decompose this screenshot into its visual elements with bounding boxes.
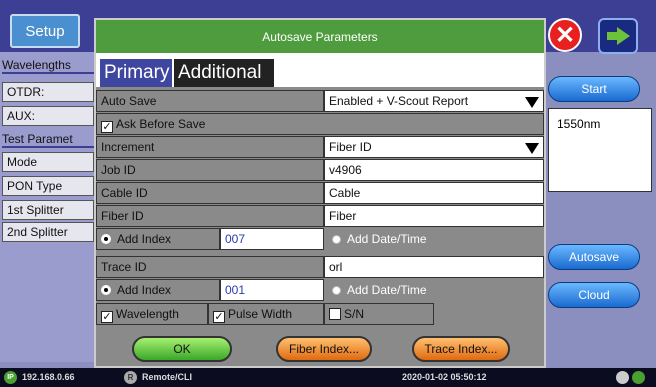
sn-option[interactable]: S/N — [324, 303, 434, 325]
auto-save-value: Enabled + V-Scout Report — [329, 94, 469, 108]
auto-save-row: Auto Save Enabled + V-Scout Report — [96, 90, 544, 112]
ask-before-save-label: Ask Before Save — [116, 117, 206, 131]
trace-index-field[interactable]: 001 — [220, 279, 324, 301]
fiber-add-date-option[interactable]: Add Date/Time — [328, 228, 544, 250]
autosave-button[interactable]: Autosave — [548, 244, 640, 270]
increment-value: Fiber ID — [329, 140, 372, 154]
aux-label[interactable]: AUX: — [2, 106, 94, 126]
fiber-index-field[interactable]: 007 — [220, 228, 324, 250]
remote-status: Remote/CLI — [142, 372, 193, 382]
left-panel: Wavelengths OTDR: AUX: Test Paramet Mode… — [0, 52, 96, 362]
cable-id-row: Cable ID Cable — [96, 182, 544, 204]
radio-unselected-icon — [332, 235, 341, 244]
wavelength-option[interactable]: ✓ Wavelength — [96, 303, 208, 325]
dialog-title: Autosave Parameters — [96, 20, 544, 53]
cable-id-label: Cable ID — [96, 182, 324, 204]
wavelength-checkbox[interactable]: ✓ — [101, 311, 113, 323]
pulse-width-label: Pulse Width — [228, 307, 293, 321]
radio-selected-icon — [101, 234, 111, 244]
ask-before-save-row[interactable]: ✓ Ask Before Save — [96, 113, 544, 135]
trace-id-label: Trace ID — [96, 256, 324, 278]
status-bar: IP 192.168.0.66 R Remote/CLI 2020-01-02 … — [0, 368, 656, 387]
increment-row: Increment Fiber ID — [96, 136, 544, 158]
mode-item[interactable]: Mode — [2, 152, 94, 172]
cable-id-field[interactable]: Cable — [324, 182, 544, 204]
trace-add-date-option[interactable]: Add Date/Time — [328, 279, 544, 301]
pon-type-item[interactable]: PON Type — [2, 176, 94, 196]
datetime: 2020-01-02 05:50:12 — [402, 372, 487, 382]
trace-preview: 1550nm — [548, 108, 652, 192]
ask-before-save-checkbox[interactable]: ✓ — [101, 121, 113, 133]
tab-additional[interactable]: Additional — [174, 59, 274, 87]
ok-button[interactable]: OK — [132, 336, 232, 362]
trace-add-index-row: Add Index 001 Add Date/Time — [96, 279, 544, 301]
radio-unselected-icon — [332, 286, 341, 295]
autosave-dialog: Autosave Parameters Primary Additional A… — [94, 18, 546, 368]
trace-add-index-option[interactable]: Add Index — [96, 279, 220, 301]
fiber-add-index-row: Add Index 007 Add Date/Time — [96, 228, 544, 250]
increment-dropdown[interactable]: Fiber ID — [324, 136, 544, 158]
fiber-add-index-option[interactable]: Add Index — [96, 228, 220, 250]
pulse-width-option[interactable]: ✓ Pulse Width — [208, 303, 324, 325]
dropdown-arrow-icon — [525, 143, 539, 154]
remote-icon: R — [124, 371, 137, 384]
fiber-add-date-label: Add Date/Time — [347, 232, 427, 246]
sn-checkbox[interactable] — [329, 308, 341, 320]
auto-save-dropdown[interactable]: Enabled + V-Scout Report — [324, 90, 544, 112]
setup-tab[interactable]: Setup — [10, 14, 80, 48]
battery-icon — [632, 371, 645, 384]
settings-icon[interactable] — [616, 371, 629, 384]
close-icon[interactable]: ✕ — [548, 18, 582, 52]
pulse-width-checkbox[interactable]: ✓ — [213, 311, 225, 323]
trace-id-row: Trace ID orl — [96, 256, 544, 278]
sn-label: S/N — [344, 307, 365, 321]
radio-selected-icon — [101, 285, 111, 295]
dropdown-arrow-icon — [525, 97, 539, 108]
tab-bar: Primary Additional — [96, 53, 544, 87]
trace-index-button[interactable]: Trace Index... — [412, 336, 510, 362]
fiber-id-label: Fiber ID — [96, 205, 324, 227]
cloud-button[interactable]: Cloud — [548, 282, 640, 308]
increment-label: Increment — [96, 136, 324, 158]
fiber-id-row: Fiber ID Fiber — [96, 205, 544, 227]
dialog-footer: OK Fiber Index... Trace Index... — [96, 332, 544, 366]
trace-wavelength-label: 1550nm — [557, 117, 601, 131]
tab-primary[interactable]: Primary — [100, 59, 172, 87]
job-id-row: Job ID v4906 — [96, 159, 544, 181]
trace-add-date-label: Add Date/Time — [347, 283, 427, 297]
ip-address: 192.168.0.66 — [22, 372, 75, 382]
network-icon: IP — [4, 371, 17, 384]
job-id-label: Job ID — [96, 159, 324, 181]
auto-save-label: Auto Save — [96, 90, 324, 112]
test-params-header: Test Paramet — [2, 132, 94, 148]
splitter1-item[interactable]: 1st Splitter — [2, 200, 94, 220]
wavelengths-header: Wavelengths — [2, 58, 94, 74]
otdr-label[interactable]: OTDR: — [2, 82, 94, 102]
trace-add-index-label: Add Index — [117, 283, 172, 297]
fiber-add-index-label: Add Index — [117, 232, 172, 246]
trace-id-field[interactable]: orl — [324, 256, 544, 278]
next-arrow-icon[interactable] — [598, 18, 638, 54]
trace-options-row: ✓ Wavelength ✓ Pulse Width S/N — [96, 303, 544, 325]
job-id-field[interactable]: v4906 — [324, 159, 544, 181]
splitter2-item[interactable]: 2nd Splitter — [2, 222, 94, 242]
fiber-index-button[interactable]: Fiber Index... — [276, 336, 372, 362]
start-button[interactable]: Start — [548, 76, 640, 102]
fiber-id-field[interactable]: Fiber — [324, 205, 544, 227]
wavelength-label: Wavelength — [116, 307, 179, 321]
